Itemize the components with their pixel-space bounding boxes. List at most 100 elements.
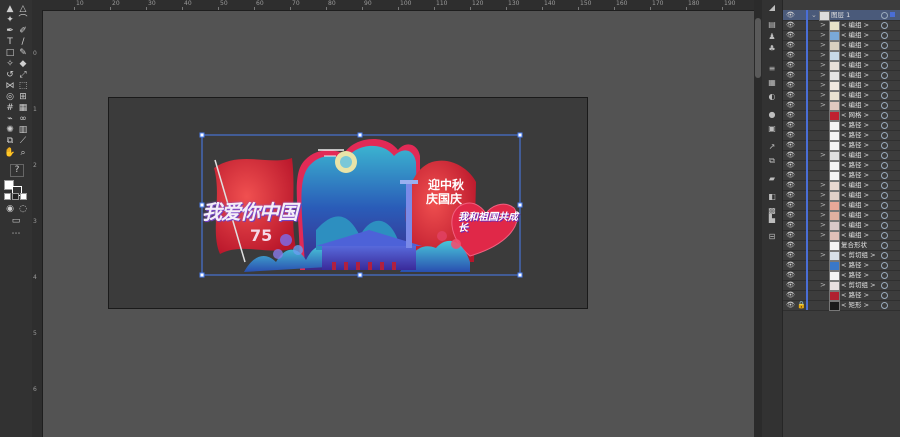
chevron-right-icon[interactable]: > <box>820 210 826 220</box>
eye-icon[interactable]: 👁 <box>786 81 795 89</box>
target-icon[interactable] <box>881 252 888 259</box>
vertical-scrollbar[interactable] <box>754 0 762 437</box>
target-icon[interactable] <box>881 242 888 249</box>
eye-icon[interactable]: 👁 <box>786 281 795 289</box>
eye-icon[interactable]: 👁 <box>786 171 795 179</box>
eye-icon[interactable]: 👁 <box>786 31 795 39</box>
layer-row[interactable]: 👁 🔒 < 矩形 > <box>783 300 900 311</box>
target-icon[interactable] <box>881 152 888 159</box>
chevron-right-icon[interactable]: > <box>820 230 826 240</box>
eye-icon[interactable]: 👁 <box>786 141 795 149</box>
export-icon[interactable]: ↗ <box>767 142 777 152</box>
target-icon[interactable] <box>881 52 888 59</box>
eye-icon[interactable]: 👁 <box>786 51 795 59</box>
target-icon[interactable] <box>881 32 888 39</box>
graphic-styles-icon[interactable]: ▣ <box>767 124 777 134</box>
libraries-icon[interactable]: ▤ <box>767 20 777 30</box>
target-icon[interactable] <box>881 42 888 49</box>
eye-icon[interactable]: 👁 <box>786 201 795 209</box>
eye-icon[interactable]: 👁 <box>786 241 795 249</box>
color-icon[interactable]: ◐ <box>767 92 777 102</box>
eye-icon[interactable]: 👁 <box>786 11 795 19</box>
target-icon[interactable] <box>881 212 888 219</box>
chevron-right-icon[interactable]: > <box>820 90 826 100</box>
target-icon[interactable] <box>881 192 888 199</box>
transform-icon[interactable]: ⊟ <box>767 232 777 242</box>
eye-icon[interactable]: 👁 <box>786 221 795 229</box>
artboards-icon[interactable]: ⧉ <box>767 156 777 166</box>
eye-icon[interactable]: 👁 <box>786 121 795 129</box>
target-icon[interactable] <box>881 62 888 69</box>
target-icon[interactable] <box>881 232 888 239</box>
chevron-right-icon[interactable]: > <box>820 70 826 80</box>
eye-icon[interactable]: 👁 <box>786 161 795 169</box>
eye-icon[interactable]: 👁 <box>786 231 795 239</box>
target-icon[interactable] <box>881 72 888 79</box>
target-icon[interactable] <box>881 302 888 309</box>
eye-icon[interactable]: 👁 <box>786 251 795 259</box>
chevron-right-icon[interactable]: > <box>820 40 826 50</box>
swatches-icon[interactable]: ▦ <box>767 78 777 88</box>
align-icon[interactable]: ≡ <box>767 64 777 74</box>
chevron-right-icon[interactable]: > <box>820 250 826 260</box>
selection-handle[interactable] <box>357 272 363 278</box>
chevron-right-icon[interactable]: > <box>820 60 826 70</box>
eye-icon[interactable]: 👁 <box>786 41 795 49</box>
chevron-right-icon[interactable]: > <box>820 100 826 110</box>
symbols-icon[interactable]: ♣ <box>767 44 777 54</box>
eye-icon[interactable]: 👁 <box>786 131 795 139</box>
eye-icon[interactable]: 👁 <box>786 101 795 109</box>
target-icon[interactable] <box>881 102 888 109</box>
pathfinder-icon[interactable]: ▙ <box>767 214 777 224</box>
eye-icon[interactable]: 👁 <box>786 151 795 159</box>
chevron-right-icon[interactable]: > <box>820 20 826 30</box>
selection-indicator[interactable] <box>890 12 895 17</box>
chevron-right-icon[interactable]: > <box>820 30 826 40</box>
eye-icon[interactable]: 👁 <box>786 301 795 309</box>
target-icon[interactable] <box>881 112 888 119</box>
eye-icon[interactable]: 👁 <box>786 61 795 69</box>
chevron-right-icon[interactable]: > <box>820 190 826 200</box>
comments-icon[interactable]: ▰ <box>767 174 777 184</box>
eye-icon[interactable]: 👁 <box>786 181 795 189</box>
chevron-right-icon[interactable]: > <box>820 150 826 160</box>
target-icon[interactable] <box>881 172 888 179</box>
selection-handle[interactable] <box>517 202 523 208</box>
chevron-right-icon[interactable]: > <box>820 200 826 210</box>
target-icon[interactable] <box>881 292 888 299</box>
selection-handle[interactable] <box>517 272 523 278</box>
target-icon[interactable] <box>881 22 888 29</box>
target-icon[interactable] <box>881 162 888 169</box>
properties-icon[interactable]: ◢ <box>767 3 777 13</box>
target-icon[interactable] <box>881 262 888 269</box>
target-icon[interactable] <box>881 182 888 189</box>
eye-icon[interactable]: 👁 <box>786 291 795 299</box>
scrollbar-thumb[interactable] <box>755 18 761 78</box>
eye-icon[interactable]: 👁 <box>786 21 795 29</box>
eye-icon[interactable]: 👁 <box>786 71 795 79</box>
selection-handle[interactable] <box>517 132 523 138</box>
eye-icon[interactable]: 👁 <box>786 91 795 99</box>
selection-handle[interactable] <box>199 272 205 278</box>
chevron-right-icon[interactable]: > <box>820 50 826 60</box>
target-icon[interactable] <box>881 282 888 289</box>
eye-icon[interactable]: 👁 <box>786 271 795 279</box>
chevron-right-icon[interactable]: > <box>820 80 826 90</box>
assets-icon[interactable]: ♟ <box>767 32 777 42</box>
chevron-down-icon[interactable]: ⌄ <box>811 10 817 20</box>
eye-icon[interactable]: 👁 <box>786 191 795 199</box>
target-icon[interactable] <box>881 122 888 129</box>
target-icon[interactable] <box>881 92 888 99</box>
appearance-icon[interactable]: ● <box>767 110 777 120</box>
target-icon[interactable] <box>881 12 888 19</box>
lock-icon[interactable]: 🔒 <box>797 301 806 309</box>
target-icon[interactable] <box>881 272 888 279</box>
target-icon[interactable] <box>881 142 888 149</box>
selection-handle[interactable] <box>357 132 363 138</box>
target-icon[interactable] <box>881 202 888 209</box>
chevron-right-icon[interactable]: > <box>820 220 826 230</box>
target-icon[interactable] <box>881 132 888 139</box>
eye-icon[interactable]: 👁 <box>786 261 795 269</box>
selection-handle[interactable] <box>199 132 205 138</box>
layers-icon[interactable]: ◧ <box>767 192 777 202</box>
